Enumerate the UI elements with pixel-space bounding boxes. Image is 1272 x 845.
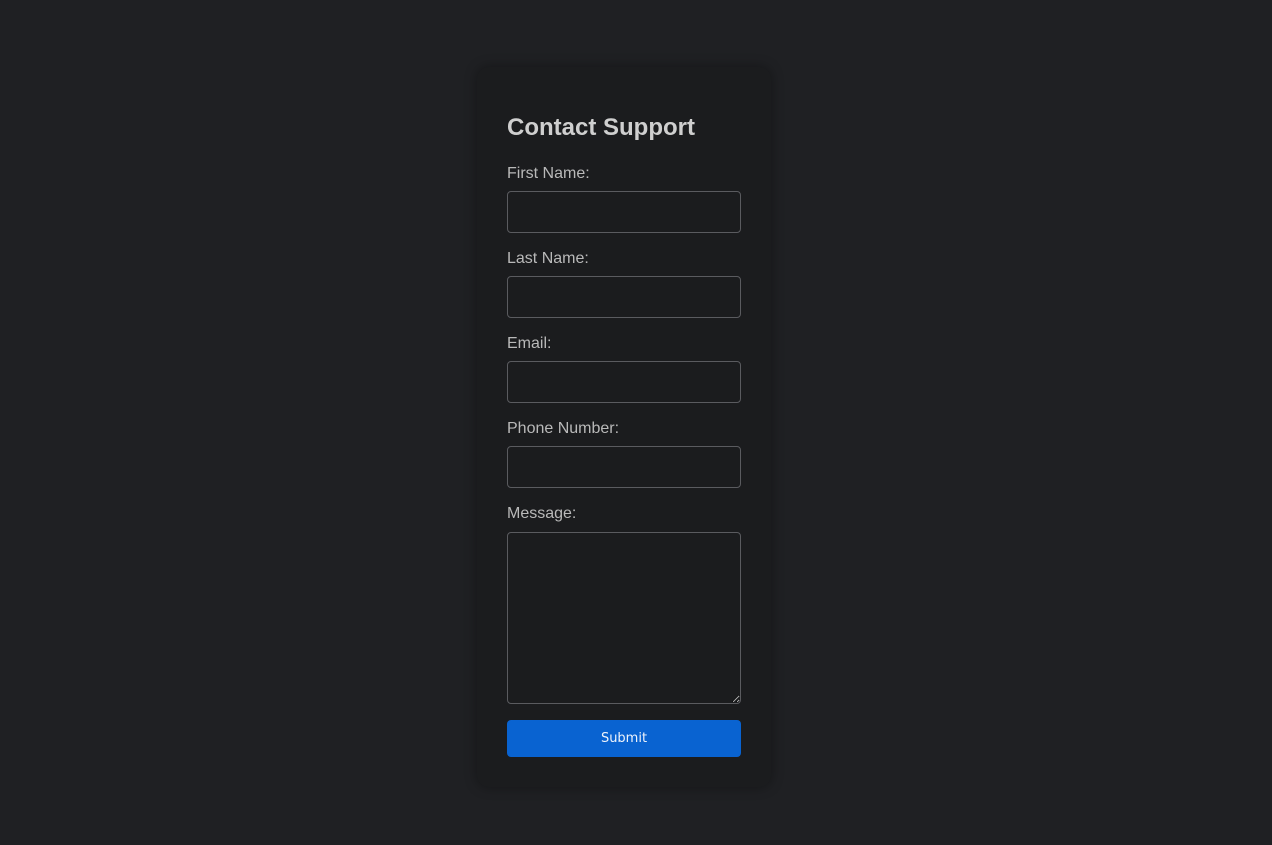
- phone-number-input[interactable]: [507, 446, 741, 488]
- contact-support-card: Contact Support First Name: Last Name: E…: [477, 67, 771, 787]
- message-label: Message:: [507, 505, 577, 522]
- phone-number-label: Phone Number:: [507, 420, 620, 437]
- form-title: Contact Support: [507, 114, 695, 141]
- submit-button[interactable]: Submit: [507, 720, 741, 757]
- last-name-input[interactable]: [507, 276, 741, 318]
- email-label: Email:: [507, 335, 552, 352]
- last-name-label: Last Name:: [507, 250, 589, 267]
- email-input[interactable]: [507, 361, 741, 403]
- first-name-label: First Name:: [507, 165, 590, 182]
- first-name-input[interactable]: [507, 191, 741, 233]
- message-textarea[interactable]: [507, 532, 741, 704]
